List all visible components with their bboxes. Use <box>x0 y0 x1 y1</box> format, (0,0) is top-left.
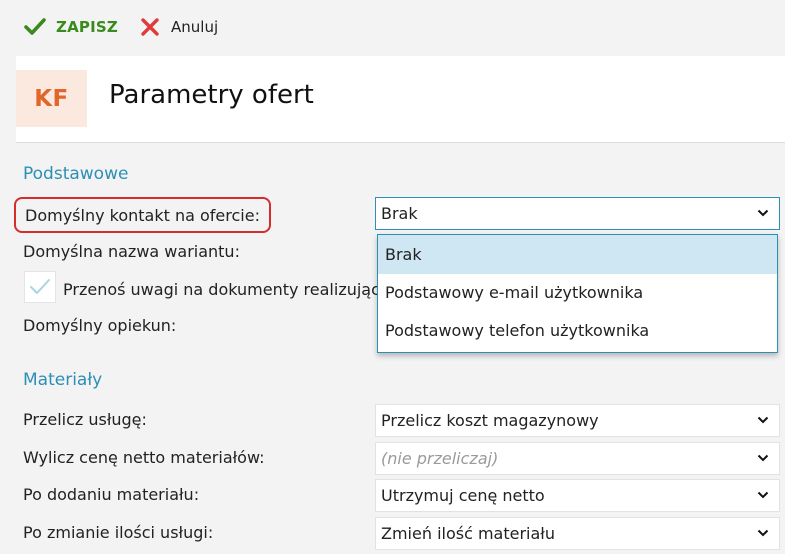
save-button[interactable]: ZAPISZ <box>24 14 118 40</box>
page-title: Parametry ofert <box>109 80 314 110</box>
recalc-service-select[interactable]: Przelicz koszt magazynowy <box>375 404 780 437</box>
dropdown-option-none[interactable]: Brak <box>378 235 777 274</box>
chevron-down-icon <box>757 454 769 462</box>
default-guardian-label: Domyślny opiekun: <box>23 316 177 335</box>
chevron-down-icon <box>757 529 769 537</box>
checkmark-icon <box>24 18 46 35</box>
cancel-label: Anuluj <box>171 18 219 36</box>
qty-change-label: Po zmianie ilości usługi: <box>23 523 214 542</box>
qty-change-select[interactable]: Zmień ilość materiału <box>375 517 780 550</box>
page-header: KF Parametry ofert <box>16 56 785 143</box>
save-label: ZAPISZ <box>56 18 118 36</box>
section-title-basic: Podstawowe <box>23 164 129 184</box>
default-contact-dropdown: Brak Podstawowy e-mail użytkownika Podst… <box>377 234 778 353</box>
toolbar: ZAPISZ Anuluj <box>0 0 785 56</box>
after-adding-select[interactable]: Utrzymuj cenę netto <box>375 479 780 512</box>
section-title-materials: Materiały <box>23 370 103 390</box>
after-adding-label: Po dodaniu materiału: <box>23 485 200 504</box>
qty-change-value: Zmień ilość materiału <box>381 524 555 543</box>
default-contact-value: Brak <box>381 204 418 223</box>
net-price-select[interactable]: (nie przeliczaj) <box>375 442 780 475</box>
avatar: KF <box>16 70 87 127</box>
chevron-down-icon <box>757 416 769 424</box>
default-contact-select[interactable]: Brak <box>375 197 780 230</box>
cancel-button[interactable]: Anuluj <box>140 14 218 40</box>
default-contact-label: Domyślny kontakt na ofercie: <box>14 197 271 233</box>
dropdown-option-phone[interactable]: Podstawowy telefon użytkownika <box>378 312 777 350</box>
dropdown-option-email[interactable]: Podstawowy e-mail użytkownika <box>378 274 777 312</box>
recalc-service-value: Przelicz koszt magazynowy <box>381 411 599 430</box>
recalc-service-label: Przelicz usługę: <box>23 410 147 429</box>
net-price-label: Wylicz cenę netto materiałów: <box>23 448 265 467</box>
default-variant-label: Domyślna nazwa wariantu: <box>23 242 240 261</box>
after-adding-value: Utrzymuj cenę netto <box>381 486 545 505</box>
close-icon <box>141 18 159 36</box>
transfer-notes-checkbox[interactable] <box>24 271 56 303</box>
chevron-down-icon <box>757 491 769 499</box>
transfer-notes-label: Przenoś uwagi na dokumenty realizując <box>63 280 380 299</box>
chevron-down-icon <box>757 209 769 217</box>
net-price-value: (nie przeliczaj) <box>381 449 499 468</box>
checkmark-icon <box>30 279 50 294</box>
